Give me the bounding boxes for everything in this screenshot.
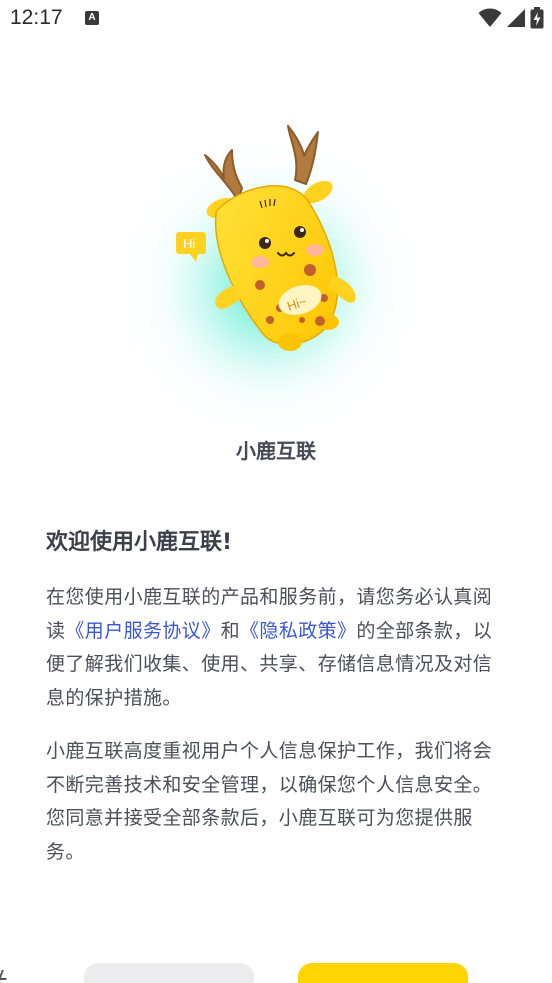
deer-mascot-illustration: Hi~ Hi xyxy=(115,125,425,430)
agree-button[interactable] xyxy=(298,963,468,983)
signal-icon xyxy=(507,9,525,27)
consent-paragraph-2: 小鹿互联高度重视用户个人信息保护工作，我们将会不断完善技术和安全管理，以确保您个… xyxy=(46,740,493,863)
privacy-policy-link[interactable]: 《隐私政策》 xyxy=(240,620,356,642)
notification-a-icon: A xyxy=(85,11,99,25)
status-bar: 12:17 A xyxy=(0,0,552,36)
hi-bubble-text: Hi xyxy=(183,236,195,251)
para1-text-and: 和 xyxy=(220,619,241,642)
privacy-consent-screen: 12:17 A Hi~ Hi 小鹿互联 欢迎使用小鹿互联! 在您使用小鹿互联的产… xyxy=(0,0,552,983)
wifi-icon xyxy=(478,8,502,27)
status-time: 12:17 xyxy=(10,6,63,29)
consent-paragraph-1: 在您使用小鹿互联的产品和服务前，请您务必认真阅读《用户服务协议》和《隐私政策》的… xyxy=(46,581,508,715)
status-icons xyxy=(478,7,544,29)
corner-edge-mark xyxy=(0,970,10,980)
decline-button[interactable] xyxy=(84,963,254,983)
battery-charging-icon xyxy=(530,7,544,29)
app-name: 小鹿互联 xyxy=(236,439,316,463)
user-service-agreement-link[interactable]: 《用户服务协议》 xyxy=(65,620,220,642)
welcome-title: 欢迎使用小鹿互联! xyxy=(46,530,233,555)
